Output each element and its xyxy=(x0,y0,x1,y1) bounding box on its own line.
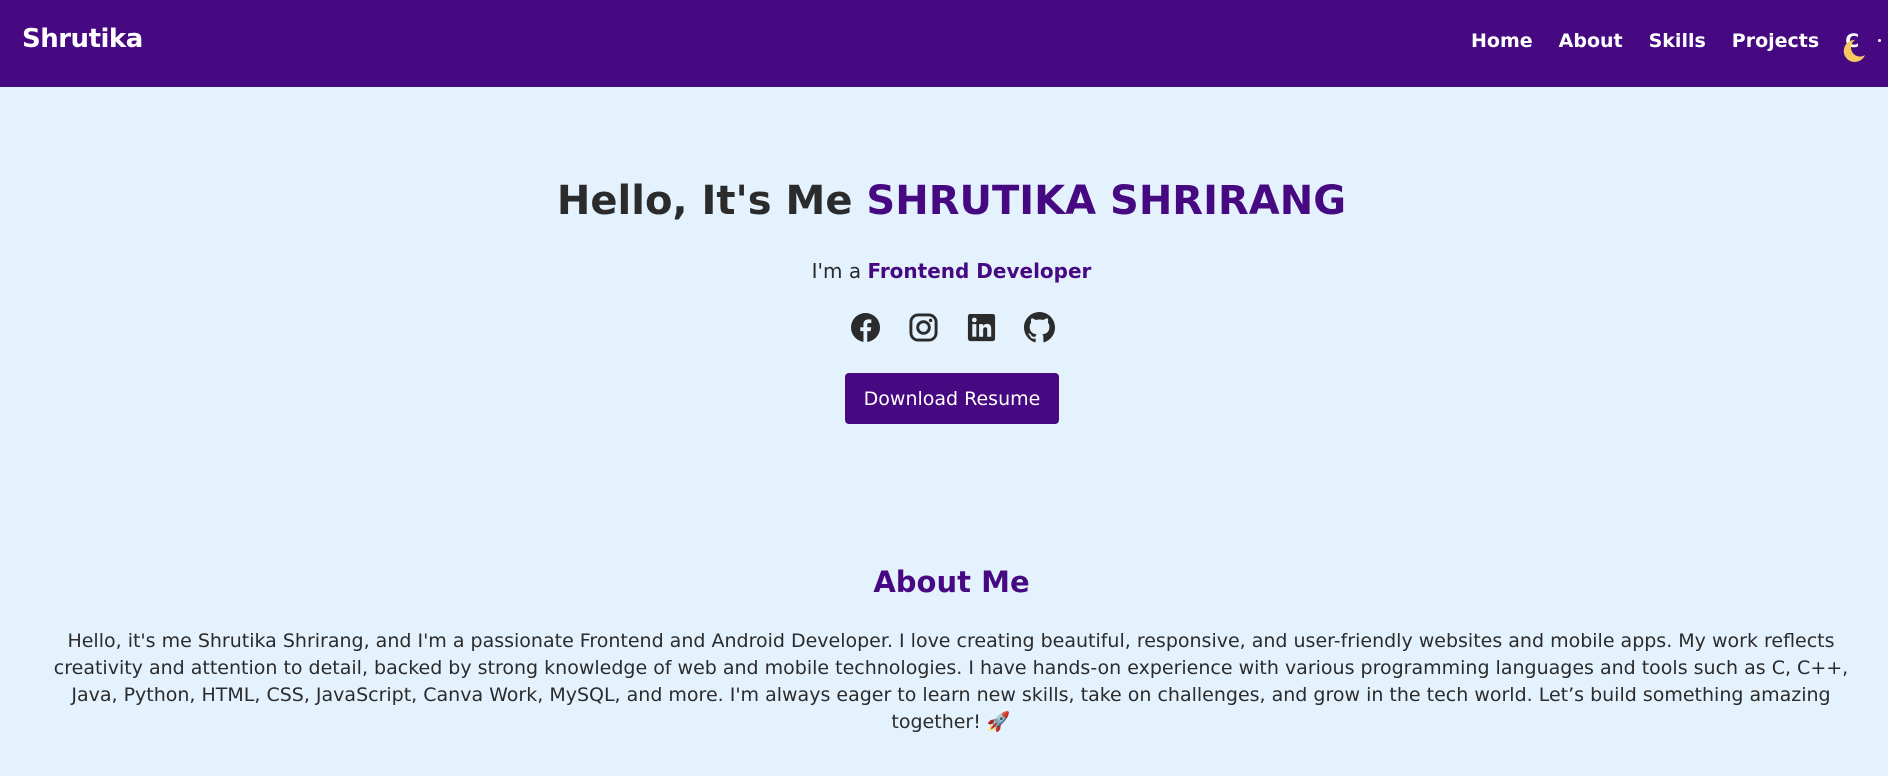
hero-greeting: Hello, It's Me xyxy=(556,178,867,224)
facebook-icon[interactable] xyxy=(850,312,881,343)
moon-icon[interactable] xyxy=(1838,36,1868,66)
about-title: About Me xyxy=(873,565,1030,599)
hero-name: SHRUTIKA SHRIRANG xyxy=(866,178,1347,224)
social-links xyxy=(850,312,1055,343)
nav-link-projects[interactable]: Projects xyxy=(1732,30,1819,52)
hero-subtitle: I'm a Frontend Developer xyxy=(0,259,1888,283)
navbar: Shrutika Home About Skills Projects C xyxy=(0,0,1888,87)
linkedin-icon[interactable] xyxy=(966,312,997,343)
about-text: Hello, it's me Shrutika Shrirang, and I'… xyxy=(53,630,1849,733)
nav-links: Home About Skills Projects C xyxy=(1471,30,1871,52)
hero-title: Hello, It's Me SHRUTIKA SHRIRANG xyxy=(0,178,1888,224)
download-resume-button[interactable]: Download Resume xyxy=(845,373,1059,424)
nav-link-home[interactable]: Home xyxy=(1471,30,1533,52)
hero-role: Frontend Developer xyxy=(867,259,1092,283)
github-icon[interactable] xyxy=(1024,312,1055,343)
hero-subtitle-prefix: I'm a xyxy=(811,259,868,283)
instagram-icon[interactable] xyxy=(908,312,939,343)
nav-link-about[interactable]: About xyxy=(1559,30,1623,52)
brand-logo[interactable]: Shrutika xyxy=(22,24,143,54)
decorative-dot xyxy=(1878,39,1881,42)
nav-link-skills[interactable]: Skills xyxy=(1649,30,1706,52)
